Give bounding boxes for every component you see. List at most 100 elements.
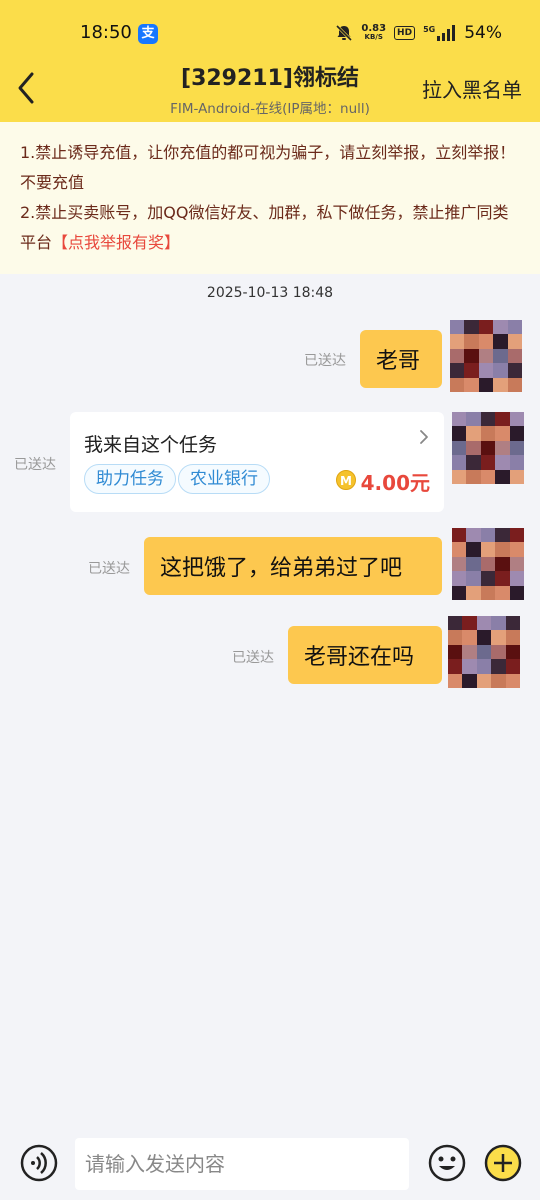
avatar-pixel — [491, 673, 506, 688]
network-type: 5G — [423, 25, 436, 34]
avatar-pixel — [452, 426, 467, 441]
emoji-button[interactable] — [428, 1144, 466, 1186]
avatar-pixel — [448, 630, 463, 645]
avatar-pixel — [478, 348, 494, 364]
avatar-pixel — [450, 348, 465, 364]
avatar-pixel — [476, 673, 492, 688]
avatar-pixel — [452, 412, 467, 427]
avatar-pixel — [507, 377, 522, 392]
avatar-pixel — [478, 334, 494, 349]
avatar-pixel — [509, 469, 524, 484]
net-speed: 0.83 KB/S — [361, 24, 386, 42]
avatar-pixel — [480, 571, 496, 586]
avatar-pixel — [466, 585, 481, 600]
avatar-pixel — [466, 426, 481, 441]
avatar-pixel — [462, 659, 477, 674]
message-input[interactable] — [75, 1138, 409, 1190]
message-bubble[interactable]: 老哥 — [360, 330, 442, 388]
avatar-pixel — [452, 528, 467, 543]
avatar-pixel — [480, 556, 496, 572]
avatar-pixel — [466, 469, 481, 484]
avatar-pixel — [448, 673, 463, 688]
avatar-pixel — [491, 630, 506, 645]
avatar-pixel — [509, 585, 524, 600]
avatar-pixel — [509, 426, 524, 441]
avatar[interactable] — [448, 616, 520, 688]
avatar-pixel — [507, 334, 522, 349]
avatar-pixel — [478, 363, 494, 378]
input-bar — [0, 1128, 540, 1200]
avatar-pixel — [478, 377, 494, 392]
message-bubble[interactable]: 这把饿了，给弟弟过了吧 — [144, 537, 442, 595]
avatar[interactable] — [452, 528, 524, 600]
avatar-pixel — [450, 363, 465, 378]
header-bar: 18:50 支 0.83 KB/S HD 5G 54% [329211]翎标结 … — [0, 0, 540, 122]
avatar[interactable] — [452, 412, 524, 484]
avatar-pixel — [495, 571, 510, 586]
avatar-pixel — [452, 455, 467, 470]
avatar-pixel — [476, 644, 492, 660]
avatar-pixel — [505, 659, 520, 674]
avatar-pixel — [452, 440, 467, 456]
avatar-pixel — [448, 659, 463, 674]
avatar-pixel — [509, 542, 524, 557]
rules-notice: 1.禁止诱导充值，让你充值的都可视为骗子，请立刻举报，立刻举报！不要充值 2.禁… — [0, 122, 540, 274]
plus-circle-icon — [484, 1144, 522, 1182]
avatar-pixel — [480, 585, 496, 600]
avatar-pixel — [450, 334, 465, 349]
more-button[interactable] — [484, 1144, 522, 1186]
avatar-pixel — [464, 320, 479, 335]
avatar-pixel — [476, 616, 492, 631]
task-card[interactable]: 我来自这个任务 助力任务 农业银行 M 4.00元 — [70, 412, 444, 512]
avatar-pixel — [480, 440, 496, 456]
hd-badge: HD — [394, 26, 416, 40]
avatar-pixel — [491, 616, 506, 631]
avatar-pixel — [493, 320, 508, 335]
avatar-pixel — [450, 320, 465, 335]
voice-button[interactable] — [20, 1144, 58, 1186]
signal-5g-icon: 5G — [423, 25, 456, 41]
avatar-pixel — [450, 377, 465, 392]
avatar-pixel — [495, 542, 510, 557]
avatar-pixel — [493, 377, 508, 392]
avatar-pixel — [495, 455, 510, 470]
avatar-pixel — [476, 659, 492, 674]
avatar-pixel — [466, 542, 481, 557]
avatar-pixel — [495, 556, 510, 572]
avatar-pixel — [491, 659, 506, 674]
avatar-pixel — [464, 348, 479, 364]
avatar-pixel — [509, 571, 524, 586]
avatar-pixel — [495, 440, 510, 456]
avatar-pixel — [480, 455, 496, 470]
avatar[interactable] — [450, 320, 522, 392]
notice-line-2: 2.禁止买卖账号，加QQ微信好友、加群，私下做任务，禁止推广同类平台【点我举报有… — [20, 198, 522, 258]
avatar-pixel — [480, 426, 496, 441]
avatar-pixel — [462, 673, 477, 688]
task-reward-amount: 4.00元 — [360, 471, 430, 495]
avatar-pixel — [495, 426, 510, 441]
chat-timestamp: 2025-10-13 18:48 — [206, 285, 334, 301]
avatar-pixel — [448, 616, 463, 631]
blacklist-button[interactable]: 拉入黑名单 — [422, 74, 522, 103]
mute-bell-icon — [335, 24, 353, 42]
message-status: 已送达 — [232, 650, 274, 666]
report-link[interactable]: 【点我举报有奖】 — [52, 233, 180, 252]
avatar-pixel — [452, 542, 467, 557]
message-bubble[interactable]: 老哥还在吗 — [288, 626, 442, 684]
alipay-notification-icon: 支 — [138, 24, 158, 44]
avatar-pixel — [505, 673, 520, 688]
notice-line-1: 1.禁止诱导充值，让你充值的都可视为骗子，请立刻举报，立刻举报！不要充值 — [20, 143, 516, 192]
avatar-pixel — [478, 320, 494, 335]
battery-level: 54% — [464, 23, 502, 43]
avatar-pixel — [495, 412, 510, 427]
avatar-pixel — [452, 585, 467, 600]
avatar-pixel — [505, 644, 520, 660]
avatar-pixel — [495, 528, 510, 543]
avatar-pixel — [509, 412, 524, 427]
avatar-pixel — [466, 571, 481, 586]
task-card-title: 我来自这个任务 — [84, 434, 218, 456]
avatar-pixel — [491, 644, 506, 660]
avatar-pixel — [466, 412, 481, 427]
net-speed-value: 0.83 — [361, 23, 387, 34]
emoji-icon — [428, 1144, 466, 1182]
